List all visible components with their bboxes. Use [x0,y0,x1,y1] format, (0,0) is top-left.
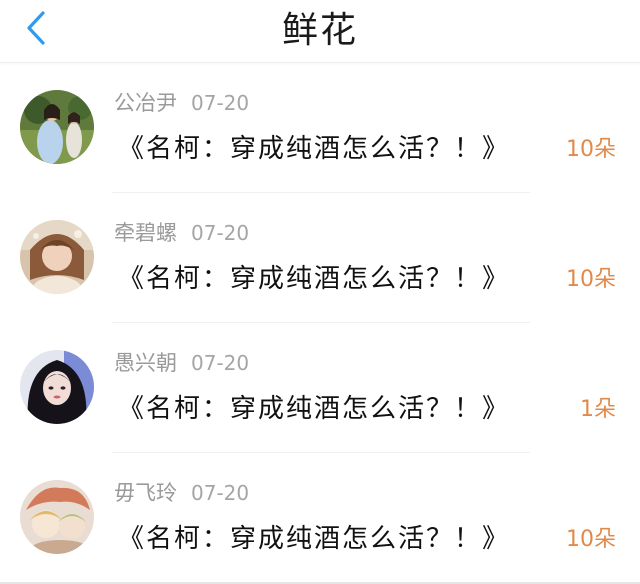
list-item[interactable]: 毋飞玲 07-20 《名柯：穿成纯酒怎么活？！》 10朵 [0,453,640,583]
record-meta: 毋飞玲 07-20 [114,479,249,507]
username[interactable]: 愚兴朝 [114,351,177,375]
avatar-photo [20,90,94,164]
username[interactable]: 公冶尹 [114,91,177,115]
avatar[interactable] [20,350,94,424]
flower-count: 1朵 [580,397,616,422]
username[interactable]: 毋飞玲 [114,481,177,505]
flower-count: 10朵 [566,527,616,552]
flower-count: 10朵 [566,267,616,292]
top-nav-bar: 鲜花 [0,0,640,63]
book-title[interactable]: 《名柯：穿成纯酒怎么活？！》 [118,521,510,557]
avatar[interactable] [20,90,94,164]
list-item[interactable]: 公冶尹 07-20 《名柯：穿成纯酒怎么活？！》 10朵 [0,63,640,193]
record-date: 07-20 [191,481,250,505]
avatar[interactable] [20,480,94,554]
book-title[interactable]: 《名柯：穿成纯酒怎么活？！》 [118,261,510,297]
list-item[interactable]: 牵碧螺 07-20 《名柯：穿成纯酒怎么活？！》 10朵 [0,193,640,323]
record-meta: 愚兴朝 07-20 [114,349,249,377]
avatar-photo [20,220,94,294]
record-date: 07-20 [191,221,250,245]
avatar-photo [20,480,94,554]
list-item[interactable]: 愚兴朝 07-20 《名柯：穿成纯酒怎么活？！》 1朵 [0,323,640,453]
avatar[interactable] [20,220,94,294]
username[interactable]: 牵碧螺 [114,221,177,245]
record-date: 07-20 [191,351,250,375]
record-meta: 牵碧螺 07-20 [114,219,249,247]
book-title[interactable]: 《名柯：穿成纯酒怎么活？！》 [118,131,510,167]
flower-count: 10朵 [566,137,616,162]
avatar-photo [20,350,94,424]
flower-record-list: 公冶尹 07-20 《名柯：穿成纯酒怎么活？！》 10朵 牵碧螺 07-20 《名柯… [0,63,640,583]
record-meta: 公冶尹 07-20 [114,89,249,117]
record-date: 07-20 [191,91,250,115]
book-title[interactable]: 《名柯：穿成纯酒怎么活？！》 [118,391,510,427]
page-title: 鲜花 [281,10,358,51]
